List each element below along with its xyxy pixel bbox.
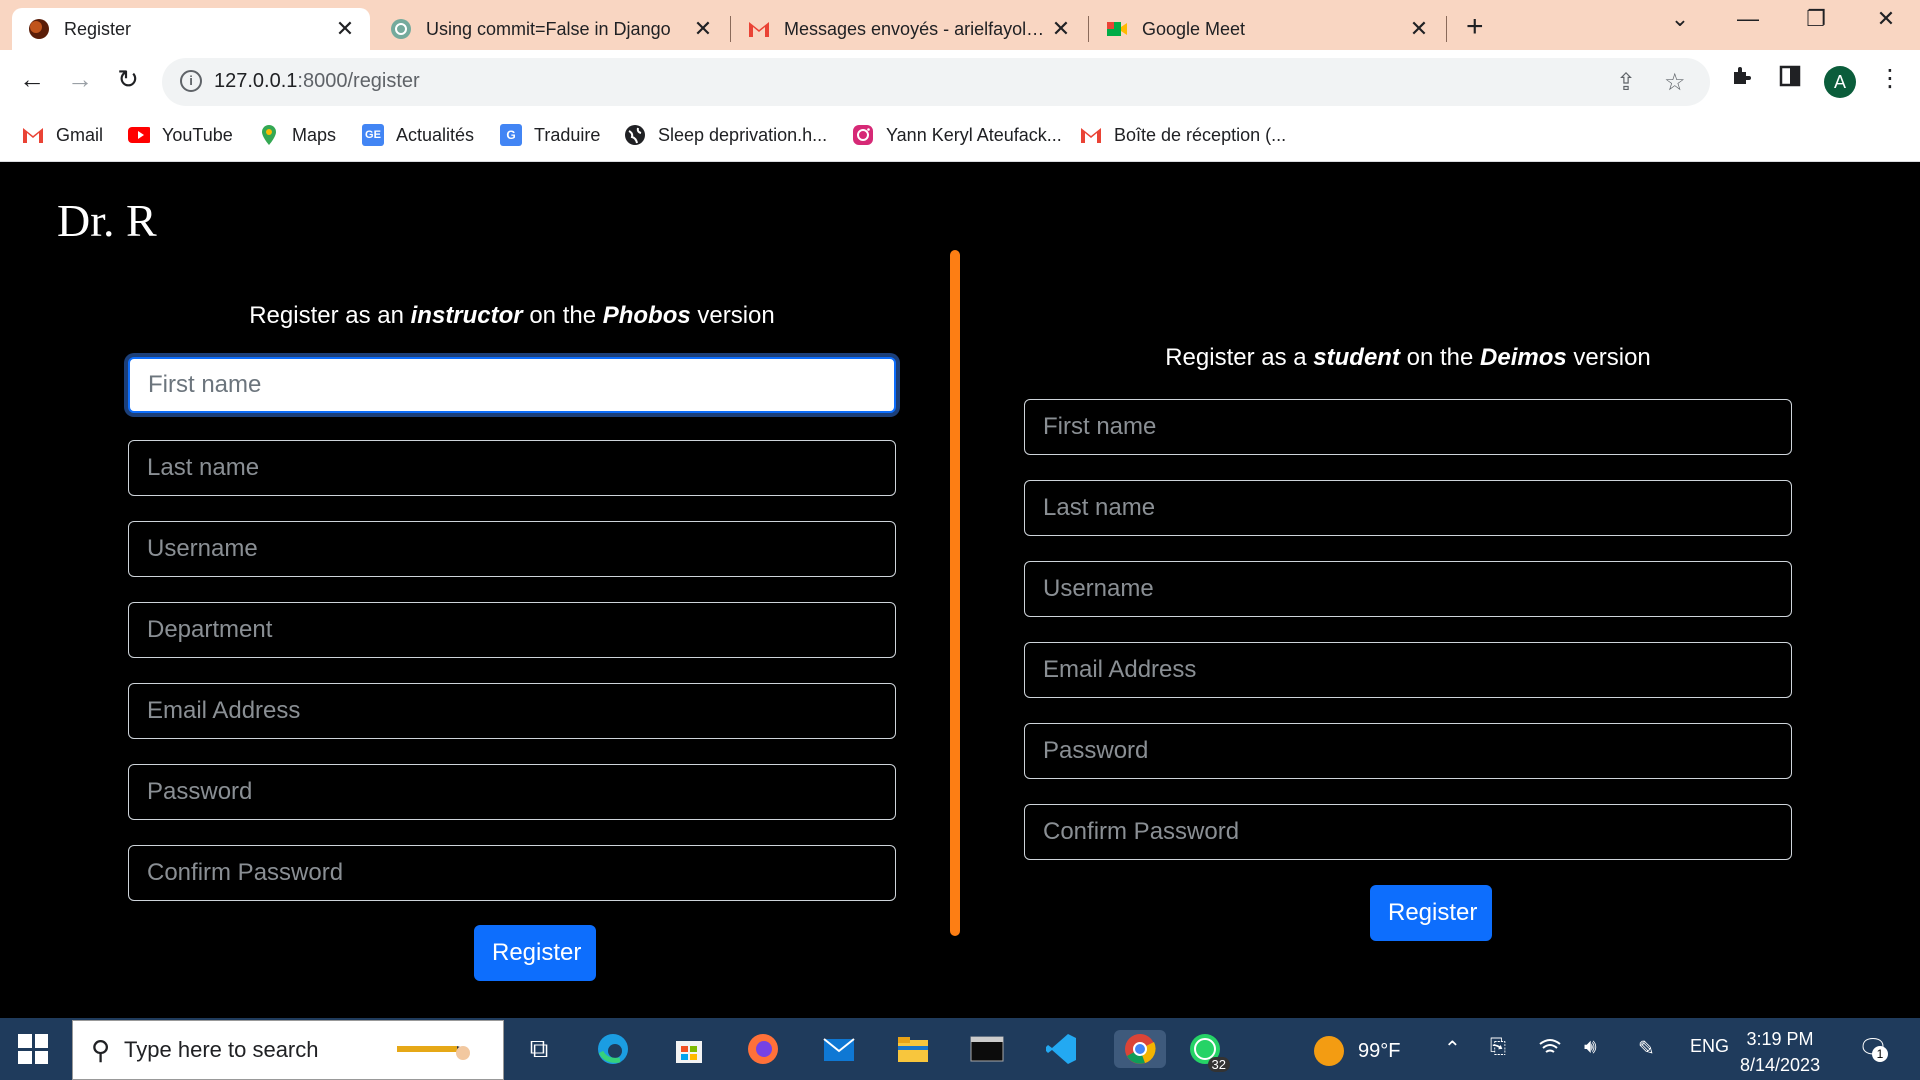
chrome-icon[interactable] [1114,1030,1166,1068]
browser-toolbar: ← → ↻ i 127.0.0.1:8000/register ⇪ ☆ A ⋮ [0,50,1920,114]
microsoft-store-icon[interactable] [670,1030,708,1068]
instructor-department-input[interactable] [128,602,896,658]
terminal-icon[interactable] [968,1030,1006,1068]
student-register-button[interactable]: Register [1370,885,1492,941]
student-confirm-password-input[interactable] [1024,804,1792,860]
minimize-button[interactable]: — [1728,6,1768,32]
youtube-icon [128,124,150,146]
sun-icon [1314,1036,1344,1066]
restore-button[interactable]: ❐ [1796,6,1836,32]
firefox-icon[interactable] [744,1030,782,1068]
google-translate-icon: G [500,124,522,146]
meet-icon [1106,18,1128,40]
instructor-password-input[interactable] [128,764,896,820]
student-email-input[interactable] [1024,642,1792,698]
google-news-icon: GE [362,124,384,146]
gmail-icon [748,18,770,40]
bookmark-star-icon[interactable]: ☆ [1664,68,1686,97]
site-info-icon[interactable]: i [180,70,202,92]
dark-moon-icon [28,18,50,40]
bookmark-traduire[interactable]: G Traduire [500,124,600,146]
instagram-icon [852,124,874,146]
bookmark-sleep-deprivation[interactable]: Sleep deprivation.h... [624,124,827,146]
language-indicator[interactable]: ENG [1690,1036,1729,1057]
bookmark-youtube[interactable]: YouTube [128,124,233,146]
close-icon[interactable]: ✕ [1408,16,1430,42]
extensions-puzzle-icon[interactable] [1730,64,1754,95]
student-first-name-input[interactable] [1024,399,1792,455]
new-tab-button[interactable]: + [1466,10,1484,44]
url-text[interactable]: 127.0.0.1:8000/register [214,70,420,93]
forward-arrow-icon[interactable]: → [62,64,98,95]
gmail-icon [22,124,44,146]
chevron-up-icon[interactable]: ⌃ [1444,1036,1461,1061]
address-bar[interactable]: i 127.0.0.1:8000/register ⇪ ☆ [162,58,1710,106]
menu-kebab-icon[interactable]: ⋮ [1878,64,1902,93]
close-icon[interactable]: ✕ [1050,16,1072,42]
wifi-icon[interactable] [1538,1036,1562,1062]
whatsapp-icon[interactable]: 32 [1186,1030,1230,1072]
windows-taskbar: ⚲ Type here to search ⧉ 32 99°F ⌃ ⎘ 🔊︎ ✎… [0,1018,1920,1080]
close-icon[interactable]: ✕ [334,16,356,42]
student-last-name-input[interactable] [1024,480,1792,536]
meet-now-icon[interactable]: ⎘ [1490,1036,1506,1059]
student-form-heading: Register as a student on the Deimos vers… [1165,344,1651,371]
instructor-register-button[interactable]: Register [474,925,596,981]
pen-icon[interactable]: ✎ [1638,1036,1655,1061]
bookmarks-bar: Gmail YouTube Maps GE Actualités G Tradu… [0,114,1920,162]
back-arrow-icon[interactable]: ← [14,64,50,95]
mail-icon[interactable] [820,1030,858,1068]
vertical-divider [950,250,960,936]
close-window-button[interactable]: ✕ [1866,6,1906,32]
globe-icon [624,124,646,146]
volume-icon[interactable]: 🔊︎ [1584,1036,1597,1059]
instructor-last-name-input[interactable] [128,440,896,496]
clock[interactable]: 3:19 PM 8/14/2023 [1740,1026,1820,1078]
reload-icon[interactable]: ↻ [110,64,146,95]
gmail-icon [1080,124,1102,146]
instructor-email-input[interactable] [128,683,896,739]
file-explorer-icon[interactable] [894,1030,932,1068]
bookmark-maps[interactable]: Maps [258,124,336,146]
brand-logo[interactable]: Dr. R [57,194,157,247]
bookmark-actualites[interactable]: GE Actualités [362,124,474,146]
instructor-form-heading: Register as an instructor on the Phobos … [249,302,775,329]
taskbar-search-box[interactable]: ⚲ Type here to search [72,1020,504,1080]
vscode-icon[interactable] [1042,1030,1080,1068]
search-icon: ⚲ [91,1034,111,1065]
instructor-first-name-input[interactable] [128,357,896,413]
maps-pin-icon [258,124,280,146]
bookmark-inbox[interactable]: Boîte de réception (... [1080,124,1286,146]
close-icon[interactable]: ✕ [692,16,714,42]
student-username-input[interactable] [1024,561,1792,617]
tab-gmail[interactable]: Messages envoyés - arielfayol1@ ✕ [732,8,1086,50]
bookmark-instagram[interactable]: Yann Keryl Ateufack... [852,124,1062,146]
share-icon[interactable]: ⇪ [1616,68,1636,97]
tab-search-chevron-icon[interactable]: ⌄ [1660,6,1700,32]
weather-widget[interactable]: 99°F [1314,1036,1400,1066]
whatsapp-badge: 32 [1207,1057,1230,1072]
chatgpt-icon [390,18,412,40]
browser-tab-strip: Register ✕ Using commit=False in Django … [0,0,1920,50]
edge-browser-icon[interactable] [594,1030,632,1068]
windows-start-icon[interactable] [18,1034,48,1064]
profile-avatar[interactable]: A [1824,66,1856,98]
side-panel-icon[interactable] [1778,64,1802,95]
tab-django[interactable]: Using commit=False in Django ✕ [374,8,728,50]
tab-register[interactable]: Register ✕ [12,8,370,50]
bookmark-gmail[interactable]: Gmail [22,124,103,146]
pencil-hand-icon [397,1046,470,1060]
instructor-confirm-password-input[interactable] [128,845,896,901]
notification-icon[interactable]: 🗨︎1 [1858,1034,1888,1063]
task-view-icon[interactable]: ⧉ [520,1030,558,1068]
register-page: Dr. R Register as an instructor on the P… [0,162,1920,1018]
instructor-username-input[interactable] [128,521,896,577]
student-password-input[interactable] [1024,723,1792,779]
tab-google-meet[interactable]: Google Meet ✕ [1090,8,1444,50]
